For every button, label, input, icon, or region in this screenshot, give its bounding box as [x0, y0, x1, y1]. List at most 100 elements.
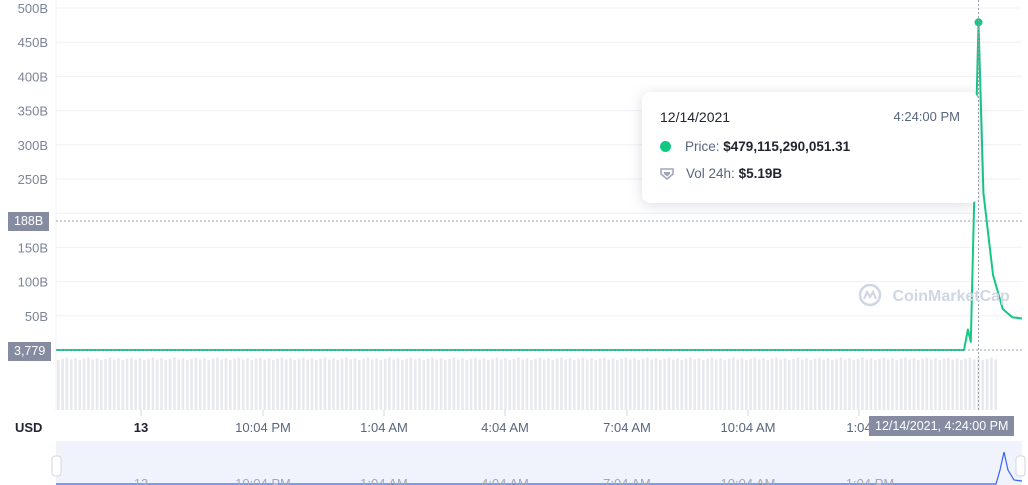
- volume-bar: [908, 359, 911, 410]
- volume-bar: [770, 358, 774, 410]
- x-tick-label: 1:04: [846, 420, 871, 435]
- volume-bar: [745, 360, 748, 410]
- volume-bar: [843, 359, 847, 410]
- volume-bar: [444, 360, 447, 410]
- volume-bar: [151, 357, 155, 410]
- volume-bar: [697, 358, 701, 410]
- volume-bar: [611, 358, 615, 410]
- y-tick-label: 300B: [18, 138, 48, 153]
- volume-bar: [732, 357, 735, 410]
- volume-bar: [452, 357, 456, 410]
- navigator-tick-label: 10:04 AM: [721, 476, 776, 485]
- volume-bar: [491, 358, 494, 410]
- price-chart[interactable]: 500B 450B 400B 350B 300B 250B 150B 100B 50B 13 10…: [0, 0, 1028, 485]
- volume-bar: [177, 359, 180, 410]
- volume-bar: [676, 358, 679, 410]
- volume-bar: [573, 360, 576, 410]
- volume-bar: [465, 360, 469, 410]
- volume-bar: [805, 358, 808, 410]
- volume-bar: [87, 357, 90, 410]
- volume-bar: [276, 358, 279, 410]
- volume-bar: [121, 360, 125, 410]
- volume-bar: [555, 358, 559, 410]
- volume-bar: [568, 358, 572, 410]
- volume-bar: [469, 358, 473, 410]
- volume-bar: [856, 358, 860, 410]
- volume-bar: [216, 357, 219, 410]
- volume-bar: [538, 357, 542, 410]
- volume-bar: [990, 357, 993, 410]
- volume-bar: [508, 360, 512, 410]
- volume-bar: [762, 358, 765, 410]
- x-tick-label: 10:04 AM: [721, 420, 776, 435]
- volume-bar: [917, 360, 920, 410]
- volume-bar: [401, 360, 404, 410]
- volume-bar: [895, 360, 899, 410]
- volume-bar: [680, 360, 684, 410]
- tooltip-time: 4:24:00 PM: [893, 109, 961, 124]
- volume-bar: [319, 358, 322, 410]
- volume-bar: [934, 358, 937, 410]
- y-tick-label: 50B: [25, 309, 48, 324]
- volume-bar: [560, 357, 563, 410]
- volume-bar: [194, 357, 198, 410]
- volume-bar: [684, 358, 688, 410]
- volume-bar: [530, 360, 533, 410]
- volume-bar: [590, 358, 593, 410]
- volume-bar: [125, 358, 129, 410]
- volume-bar: [108, 357, 112, 410]
- y-tick-label: 350B: [18, 104, 48, 119]
- volume-bar: [323, 357, 327, 410]
- volume-bar: [719, 358, 722, 410]
- navigator-tick-label: 10:04 PM: [235, 476, 291, 485]
- navigator-left-handle[interactable]: [51, 455, 62, 477]
- volume-bar: [783, 358, 787, 410]
- volume-bar: [82, 358, 86, 410]
- volume-bar: [628, 359, 632, 410]
- volume-bar: [749, 358, 752, 410]
- volume-bar: [891, 358, 894, 410]
- volume-bar: [405, 358, 408, 410]
- volume-bar: [104, 358, 107, 410]
- volume-bar: [233, 358, 236, 410]
- tooltip-price-label: Price:: [685, 139, 720, 154]
- volume-bar: [100, 360, 103, 410]
- y-tick-label: 250B: [18, 172, 48, 187]
- volume-bar: [861, 357, 864, 410]
- volume-bar: [130, 357, 133, 410]
- volume-bar: [577, 358, 580, 410]
- volume-bar: [203, 358, 206, 410]
- volume-bar: [904, 357, 907, 410]
- volume-bar: [112, 359, 116, 410]
- volume-bar: [921, 358, 924, 410]
- volume-bar: [693, 359, 696, 410]
- volume-bar: [702, 360, 705, 410]
- navigator-tick-label: 1:04 PM: [846, 476, 894, 485]
- volume-bar: [327, 359, 331, 410]
- volume-bar: [284, 359, 288, 410]
- navigator-right-handle[interactable]: [1015, 455, 1026, 477]
- volume-bar: [800, 359, 804, 410]
- volume-bar: [396, 358, 400, 410]
- volume-bar: [91, 359, 94, 410]
- volume-bar: [813, 358, 817, 410]
- volume-bar: [366, 357, 370, 410]
- navigator-tick-label: 13: [134, 476, 148, 485]
- volume-bar: [272, 360, 275, 410]
- volume-bar: [581, 357, 585, 410]
- volume-bar: [792, 358, 795, 410]
- volume-bar: [878, 358, 881, 410]
- volume-bar: [383, 358, 387, 410]
- volume-bar: [633, 358, 636, 410]
- volume-bar: [306, 359, 309, 410]
- x-tick-label: 10:04 PM: [235, 420, 291, 435]
- volume-bar: [164, 360, 168, 410]
- current-price-label: 3,779: [8, 342, 52, 361]
- volume-bar: [869, 358, 873, 410]
- volume-bar: [809, 360, 813, 410]
- navigator-tick-label: 7:04 AM: [603, 476, 651, 485]
- volume-bar: [259, 357, 262, 410]
- x-tick-label: 13: [134, 420, 148, 435]
- volume-bar: [818, 357, 821, 410]
- volume-bar: [981, 360, 985, 410]
